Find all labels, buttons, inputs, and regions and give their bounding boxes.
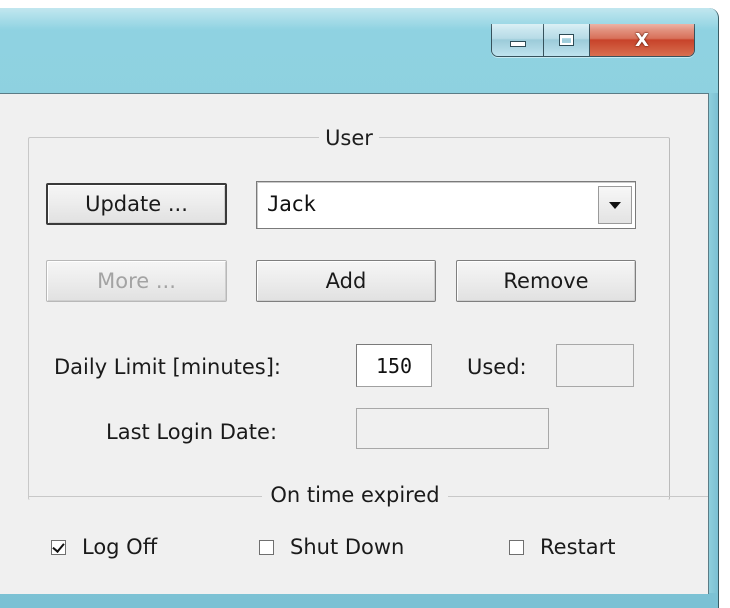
- user-select[interactable]: Jack: [256, 181, 636, 229]
- close-icon: X: [635, 29, 649, 51]
- on-expired-group-title: On time expired: [262, 483, 448, 507]
- minimize-icon: [509, 41, 526, 47]
- log-off-checkbox[interactable]: [51, 539, 66, 555]
- last-login-label: Last Login Date:: [106, 420, 278, 444]
- restart-option[interactable]: Restart: [509, 535, 615, 559]
- restart-checkbox[interactable]: [509, 539, 524, 555]
- user-group-title: User: [319, 126, 379, 150]
- chevron-down-icon: [609, 201, 621, 209]
- caption-buttons: X: [491, 24, 695, 57]
- close-button[interactable]: X: [590, 24, 694, 56]
- shut-down-option[interactable]: Shut Down: [259, 535, 404, 559]
- user-select-value: Jack: [267, 192, 316, 216]
- minimize-button[interactable]: [492, 24, 544, 56]
- last-login-field: [356, 408, 549, 449]
- checkmark-icon: [52, 539, 65, 553]
- used-field: [556, 344, 634, 387]
- remove-button[interactable]: Remove: [456, 260, 636, 302]
- log-off-option[interactable]: Log Off: [51, 535, 157, 559]
- shut-down-checkbox[interactable]: [259, 539, 274, 555]
- used-label: Used:: [467, 355, 527, 379]
- add-button[interactable]: Add: [256, 260, 436, 302]
- dropdown-button[interactable]: [598, 186, 632, 224]
- log-off-label: Log Off: [82, 535, 158, 559]
- restart-label: Restart: [540, 535, 616, 559]
- maximize-icon: [559, 34, 574, 46]
- daily-limit-field[interactable]: 150: [356, 344, 432, 387]
- more-button[interactable]: More ...: [46, 260, 227, 302]
- window-right-border: [709, 93, 718, 593]
- maximize-button[interactable]: [544, 24, 590, 56]
- daily-limit-label: Daily Limit [minutes]:: [54, 355, 282, 379]
- shut-down-label: Shut Down: [290, 535, 405, 559]
- update-button[interactable]: Update ...: [46, 183, 227, 225]
